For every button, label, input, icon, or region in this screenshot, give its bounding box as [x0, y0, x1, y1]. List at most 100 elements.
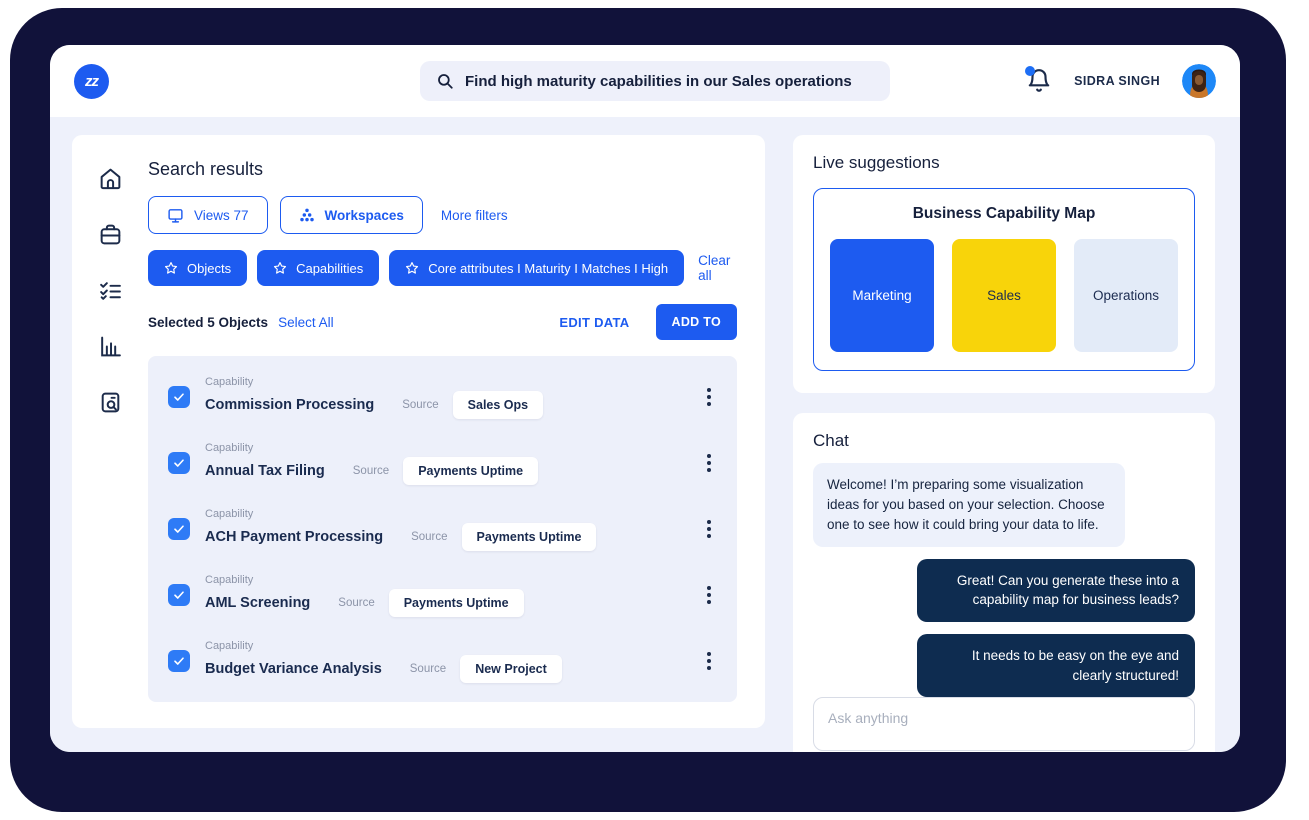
- row-menu-icon[interactable]: [701, 382, 717, 412]
- briefcase-icon[interactable]: [97, 221, 123, 247]
- table-row: Capability Commission Processing Source …: [148, 364, 737, 430]
- row-type-label: Capability: [205, 442, 538, 454]
- search-input[interactable]: [465, 73, 874, 90]
- views-button-label: Views 77: [194, 208, 249, 223]
- row-content: Capability ACH Payment Processing Source…: [205, 508, 596, 551]
- user-avatar[interactable]: [1182, 64, 1216, 98]
- more-filters-link[interactable]: More filters: [441, 208, 508, 223]
- row-menu-icon[interactable]: [701, 448, 717, 478]
- workspaces-button-label: Workspaces: [325, 208, 404, 223]
- tile-marketing[interactable]: Marketing: [830, 239, 934, 352]
- filter-chip-core-attributes[interactable]: Core attributes I Maturity I Matches I H…: [389, 250, 684, 286]
- page: zz: [0, 0, 1309, 820]
- live-suggestions-title: Live suggestions: [813, 153, 1195, 173]
- chat-card: Chat Welcome! I’m preparing some visuali…: [793, 413, 1215, 752]
- row-menu-icon[interactable]: [701, 580, 717, 610]
- star-icon: [405, 261, 419, 275]
- notifications-button[interactable]: [1026, 68, 1052, 94]
- results-list: Capability Commission Processing Source …: [148, 356, 737, 702]
- source-chip[interactable]: Payments Uptime: [462, 523, 597, 551]
- filter-chip-label: Core attributes I Maturity I Matches I H…: [428, 261, 668, 276]
- table-row: Capability ACH Payment Processing Source…: [148, 496, 737, 562]
- right-panel: Live suggestions Business Capability Map…: [793, 135, 1215, 728]
- source-label: Source: [410, 663, 446, 675]
- row-checkbox[interactable]: [168, 452, 190, 474]
- filter-chip-label: Capabilities: [296, 261, 363, 276]
- global-search[interactable]: [420, 61, 890, 101]
- content-area: Search results Views 77: [50, 117, 1240, 752]
- row-name: ACH Payment Processing: [205, 529, 383, 545]
- capability-map-tiles: Marketing Sales Operations: [830, 239, 1178, 352]
- table-row: Capability Annual Tax Filing Source Paym…: [148, 430, 737, 496]
- row-name: Budget Variance Analysis: [205, 661, 382, 677]
- topbar-right: SIDRA SINGH: [1026, 64, 1216, 98]
- row-checkbox[interactable]: [168, 518, 190, 540]
- selection-toolbar: Selected 5 Objects Select All EDIT DATA …: [148, 304, 737, 340]
- capability-map-title: Business Capability Map: [830, 205, 1178, 223]
- source-chip[interactable]: Sales Ops: [453, 391, 543, 419]
- row-content: Capability Budget Variance Analysis Sour…: [205, 640, 562, 683]
- table-row: Capability AML Screening Source Payments…: [148, 562, 737, 628]
- sidebar-nav: [72, 153, 148, 708]
- checklist-icon[interactable]: [97, 277, 123, 303]
- tile-operations[interactable]: Operations: [1074, 239, 1178, 352]
- user-name: SIDRA SINGH: [1074, 74, 1160, 88]
- row-menu-icon[interactable]: [701, 646, 717, 676]
- app-window: zz: [50, 45, 1240, 752]
- app-logo[interactable]: zz: [74, 64, 109, 99]
- app-logo-text: zz: [85, 73, 98, 90]
- source-chip[interactable]: New Project: [460, 655, 562, 683]
- active-filters-row: Objects Capabilities: [148, 250, 737, 286]
- row-content: Capability Annual Tax Filing Source Paym…: [205, 442, 538, 485]
- filter-chip-capabilities[interactable]: Capabilities: [257, 250, 379, 286]
- table-row: Capability Budget Variance Analysis Sour…: [148, 628, 737, 694]
- row-name: Annual Tax Filing: [205, 463, 325, 479]
- search-results-panel: Search results Views 77: [148, 153, 737, 708]
- live-suggestions-card: Live suggestions Business Capability Map…: [793, 135, 1215, 393]
- select-all-link[interactable]: Select All: [278, 315, 334, 330]
- tile-sales[interactable]: Sales: [952, 239, 1056, 352]
- row-checkbox[interactable]: [168, 650, 190, 672]
- capability-map-suggestion[interactable]: Business Capability Map Marketing Sales …: [813, 188, 1195, 371]
- top-bar: zz: [50, 45, 1240, 117]
- filter-chip-objects[interactable]: Objects: [148, 250, 247, 286]
- filter-buttons-row: Views 77 Workspaces: [148, 196, 737, 234]
- source-label: Source: [338, 597, 374, 609]
- row-menu-icon[interactable]: [701, 514, 717, 544]
- add-to-button[interactable]: ADD TO: [656, 304, 738, 340]
- workspaces-icon: [299, 207, 315, 223]
- chat-input[interactable]: [813, 697, 1195, 751]
- document-search-icon[interactable]: [97, 389, 123, 415]
- source-chip[interactable]: Payments Uptime: [389, 589, 524, 617]
- source-label: Source: [353, 465, 389, 477]
- source-chip[interactable]: Payments Uptime: [403, 457, 538, 485]
- search-icon: [436, 72, 454, 90]
- chat-message-bot: Welcome! I’m preparing some visualizatio…: [813, 463, 1125, 547]
- row-type-label: Capability: [205, 376, 543, 388]
- bar-chart-icon[interactable]: [97, 333, 123, 359]
- row-checkbox[interactable]: [168, 584, 190, 606]
- views-button[interactable]: Views 77: [148, 196, 268, 234]
- chat-message-user: Great! Can you generate these into a cap…: [917, 559, 1195, 622]
- row-content: Capability Commission Processing Source …: [205, 376, 543, 419]
- row-name: AML Screening: [205, 595, 310, 611]
- row-checkbox[interactable]: [168, 386, 190, 408]
- chat-title: Chat: [813, 431, 1195, 451]
- clear-all-link[interactable]: Clear all: [698, 253, 737, 283]
- filter-chip-label: Objects: [187, 261, 231, 276]
- row-content: Capability AML Screening Source Payments…: [205, 574, 524, 617]
- row-name: Commission Processing: [205, 397, 374, 413]
- source-label: Source: [402, 399, 438, 411]
- row-type-label: Capability: [205, 640, 562, 652]
- star-icon: [164, 261, 178, 275]
- source-label: Source: [411, 531, 447, 543]
- workspaces-button[interactable]: Workspaces: [280, 196, 423, 234]
- home-icon[interactable]: [97, 165, 123, 191]
- page-title: Search results: [148, 153, 737, 180]
- edit-data-button[interactable]: EDIT DATA: [559, 315, 629, 330]
- chat-message-user: It needs to be easy on the eye and clear…: [917, 634, 1195, 697]
- search-results-card: Search results Views 77: [72, 135, 765, 728]
- row-type-label: Capability: [205, 508, 596, 520]
- star-icon: [273, 261, 287, 275]
- selected-count: Selected 5 Objects: [148, 315, 268, 330]
